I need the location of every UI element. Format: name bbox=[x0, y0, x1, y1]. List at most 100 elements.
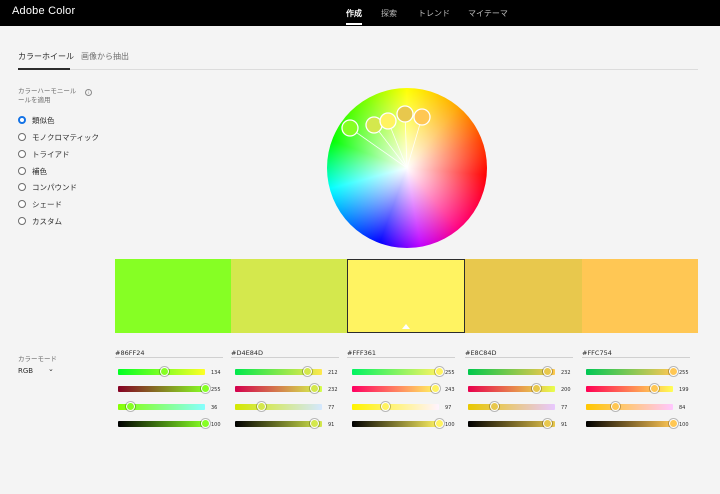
radio-button[interactable] bbox=[18, 200, 26, 208]
slider-value[interactable]: 100 bbox=[679, 422, 689, 428]
slider-thumb[interactable] bbox=[490, 402, 500, 411]
slider-value[interactable]: 232 bbox=[328, 387, 338, 393]
nav-item-create[interactable]: 作成 bbox=[346, 8, 362, 25]
slider-thumb[interactable] bbox=[430, 384, 440, 393]
slider-value[interactable]: 232 bbox=[561, 370, 571, 376]
slider-thumb[interactable] bbox=[303, 367, 313, 376]
nav-item-explore[interactable]: 探索 bbox=[381, 8, 397, 19]
color-swatch-5[interactable] bbox=[582, 259, 698, 333]
radio-button[interactable] bbox=[18, 133, 26, 141]
slider-thumb[interactable] bbox=[649, 384, 659, 393]
slider-thumb[interactable] bbox=[532, 384, 542, 393]
harmony-option-shades[interactable]: シェード bbox=[18, 199, 62, 209]
slider-thumb[interactable] bbox=[201, 419, 210, 428]
slider-value[interactable]: 200 bbox=[561, 387, 571, 393]
slider-thumb[interactable] bbox=[381, 402, 391, 411]
harmony-option-compound[interactable]: コンパウンド bbox=[18, 182, 77, 192]
red-slider[interactable] bbox=[235, 367, 322, 376]
slider-value[interactable]: 100 bbox=[445, 422, 455, 428]
red-slider[interactable] bbox=[468, 367, 555, 376]
brightness-slider[interactable] bbox=[352, 419, 444, 428]
radio-button[interactable] bbox=[18, 116, 26, 124]
tab-extract-from-image[interactable]: 画像から抽出 bbox=[81, 51, 129, 62]
radio-button[interactable] bbox=[18, 183, 26, 191]
green-slider[interactable] bbox=[468, 384, 555, 393]
color-handle-3[interactable] bbox=[379, 112, 397, 130]
slider-value[interactable]: 243 bbox=[445, 387, 455, 393]
hex-value-4[interactable]: #E8C84D bbox=[465, 349, 497, 357]
slider-value[interactable]: 212 bbox=[328, 370, 338, 376]
slider-thumb[interactable] bbox=[310, 419, 320, 428]
harmony-option-monochromatic[interactable]: モノクロマティック bbox=[18, 132, 99, 142]
color-swatch-4[interactable] bbox=[465, 259, 582, 333]
green-slider[interactable] bbox=[352, 384, 440, 393]
slider-value[interactable]: 97 bbox=[445, 405, 451, 411]
slider-thumb[interactable] bbox=[257, 402, 267, 411]
slider-value[interactable]: 255 bbox=[445, 370, 455, 376]
color-mode-select[interactable]: RGB bbox=[18, 367, 33, 375]
blue-slider[interactable] bbox=[586, 402, 673, 411]
blue-slider[interactable] bbox=[352, 402, 439, 411]
nav-item-my-themes[interactable]: マイテーマ bbox=[468, 8, 508, 19]
slider-value[interactable]: 84 bbox=[679, 405, 685, 411]
slider-value[interactable]: 100 bbox=[211, 422, 221, 428]
brightness-slider[interactable] bbox=[468, 419, 555, 428]
harmony-option-triad[interactable]: トライアド bbox=[18, 149, 70, 159]
slider-value[interactable]: 77 bbox=[328, 405, 334, 411]
hex-value-5[interactable]: #FFC754 bbox=[582, 349, 612, 357]
blue-slider[interactable] bbox=[468, 402, 555, 411]
harmony-option-analogous[interactable]: 類似色 bbox=[18, 115, 55, 125]
radio-button[interactable] bbox=[18, 217, 26, 225]
slider-value[interactable]: 36 bbox=[211, 405, 217, 411]
slider-thumb[interactable] bbox=[159, 367, 169, 376]
green-slider[interactable] bbox=[235, 384, 322, 393]
slider-value[interactable]: 91 bbox=[328, 422, 334, 428]
info-icon[interactable]: i bbox=[85, 89, 92, 96]
green-slider[interactable] bbox=[118, 384, 210, 393]
brightness-slider[interactable] bbox=[235, 419, 322, 428]
slider-thumb[interactable] bbox=[610, 402, 620, 411]
harmony-option-complementary[interactable]: 補色 bbox=[18, 166, 47, 176]
nav-item-trends[interactable]: トレンド bbox=[418, 8, 450, 19]
color-handle-5[interactable] bbox=[413, 108, 431, 126]
tab-color-wheel[interactable]: カラーホイール bbox=[18, 51, 74, 62]
color-wheel[interactable] bbox=[327, 88, 487, 248]
red-slider[interactable] bbox=[586, 367, 678, 376]
radio-button[interactable] bbox=[18, 167, 26, 175]
hex-value-3[interactable]: #FFF361 bbox=[347, 349, 376, 357]
slider-value[interactable]: 199 bbox=[679, 387, 689, 393]
harmony-option-custom[interactable]: カスタム bbox=[18, 216, 62, 226]
slider-value[interactable]: 91 bbox=[561, 422, 567, 428]
color-swatch-1[interactable] bbox=[115, 259, 231, 333]
color-swatch-2[interactable] bbox=[231, 259, 347, 333]
red-slider[interactable] bbox=[118, 367, 205, 376]
slider-thumb[interactable] bbox=[669, 367, 678, 376]
color-swatch-3[interactable] bbox=[347, 259, 465, 333]
brightness-slider[interactable] bbox=[586, 419, 678, 428]
slider-thumb[interactable] bbox=[310, 384, 320, 393]
red-slider[interactable] bbox=[352, 367, 444, 376]
slider-thumb[interactable] bbox=[435, 419, 444, 428]
slider-value[interactable]: 255 bbox=[679, 370, 689, 376]
slider-value[interactable]: 255 bbox=[211, 387, 221, 393]
color-handle-4[interactable] bbox=[396, 105, 414, 123]
color-handle-1[interactable] bbox=[341, 119, 359, 137]
slider-thumb[interactable] bbox=[543, 367, 553, 376]
slider-value[interactable]: 134 bbox=[211, 370, 221, 376]
radio-button[interactable] bbox=[18, 150, 26, 158]
hex-value-1[interactable]: #86FF24 bbox=[115, 349, 144, 357]
chevron-down-icon[interactable]: ⌄ bbox=[48, 365, 54, 373]
slider-thumb[interactable] bbox=[126, 402, 136, 411]
slider-thumb[interactable] bbox=[435, 367, 444, 376]
blue-slider[interactable] bbox=[118, 402, 205, 411]
blue-slider[interactable] bbox=[235, 402, 322, 411]
hex-value-2[interactable]: #D4E84D bbox=[231, 349, 263, 357]
slider-thumb[interactable] bbox=[543, 419, 553, 428]
slider-thumb[interactable] bbox=[669, 419, 678, 428]
brand-logo-text[interactable]: Adobe Color bbox=[12, 5, 75, 17]
harmony-option-label: モノクロマティック bbox=[32, 132, 100, 142]
green-slider[interactable] bbox=[586, 384, 673, 393]
slider-thumb[interactable] bbox=[201, 384, 210, 393]
slider-value[interactable]: 77 bbox=[561, 405, 567, 411]
brightness-slider[interactable] bbox=[118, 419, 210, 428]
